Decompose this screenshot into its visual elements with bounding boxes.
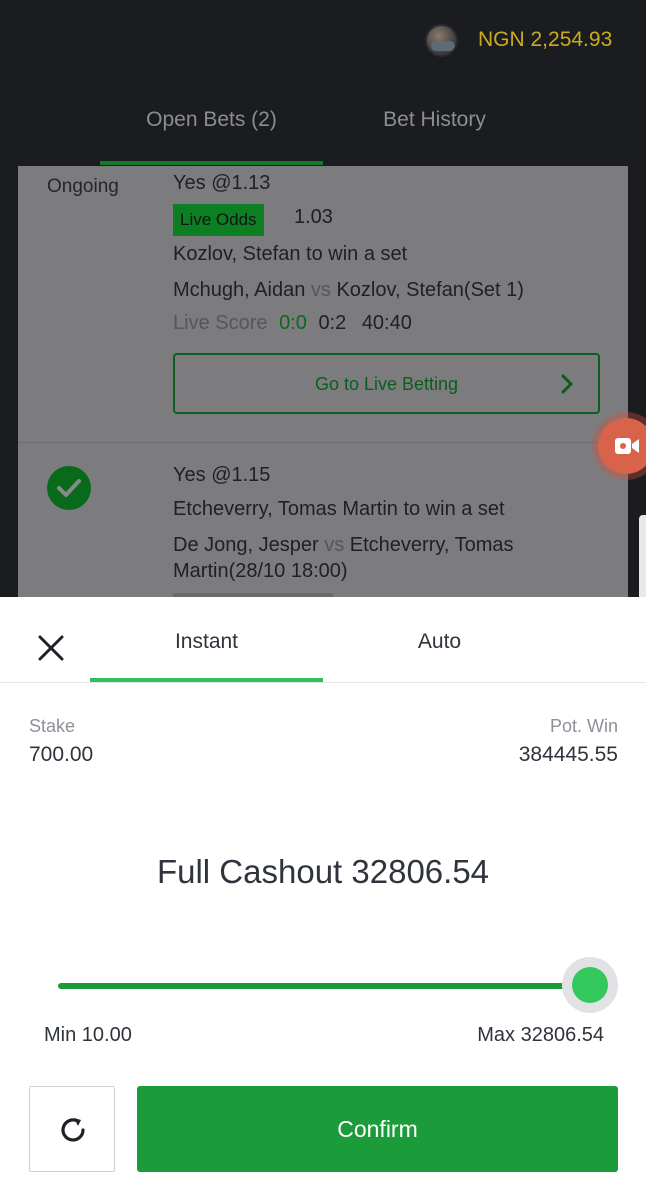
user-avatar[interactable] [425, 24, 458, 57]
confirm-label: Confirm [337, 1116, 418, 1142]
screen-record-button[interactable] [598, 418, 646, 474]
confirm-button[interactable]: Confirm [137, 1086, 618, 1172]
away-player: Kozlov, Stefan(Set 1) [336, 279, 524, 301]
selection-odds: @1.15 [211, 464, 271, 486]
refresh-icon [61, 1118, 85, 1142]
home-player: De Jong, Jesper [173, 534, 319, 556]
selection-name: Yes [173, 172, 206, 194]
slider-max-label: Max 32806.54 [477, 1024, 604, 1046]
pot-win-value: 384445.55 [518, 743, 618, 766]
go-to-live-betting-button[interactable]: Go to Live Betting [173, 353, 600, 414]
tab-bet-history[interactable]: Bet History [323, 108, 546, 132]
bet-divider [18, 442, 628, 443]
refresh-button[interactable] [29, 1086, 115, 1172]
slider-knob [572, 967, 608, 1003]
video-camera-icon [615, 438, 639, 454]
live-score-label: Live Score [173, 312, 268, 334]
selection-name: Yes [173, 464, 206, 486]
tab-open-bets[interactable]: Open Bets (2) [100, 108, 323, 132]
open-bets-list: Ongoing Yes @1.13 Live Odds 1.03 Kozlov,… [18, 166, 628, 598]
full-cashout-amount: Full Cashout 32806.54 [156, 853, 490, 890]
slider-min-label: Min 10.00 [44, 1024, 132, 1046]
app-header: NGN 2,254.93 Open Bets (2) Bet History [0, 0, 646, 166]
bet-market: Kozlov, Stefan to win a set [173, 243, 408, 265]
vs-label: vs [310, 279, 331, 301]
chevron-right-icon [561, 374, 573, 394]
bet-event: Mchugh, Aidan vs Kozlov, Stefan(Set 1) [173, 279, 524, 302]
score-sets: 0:0 [279, 312, 307, 334]
stake-label: Stake [29, 716, 76, 736]
score-points: 40:40 [361, 312, 412, 334]
vs-label: vs [324, 534, 345, 556]
tab-auto[interactable]: Auto [323, 630, 556, 654]
go-to-live-betting-label: Go to Live Betting [314, 374, 459, 394]
stake-value: 700.00 [29, 743, 94, 766]
check-circle-icon [47, 466, 91, 510]
score-games: 0:2 [318, 312, 347, 334]
live-odds-badge: Live Odds [173, 204, 264, 236]
active-tab-indicator [100, 161, 323, 165]
live-odds-value: 1.03 [294, 206, 333, 228]
away-player: Etcheverry, Tomas [349, 534, 514, 556]
account-balance[interactable]: NGN 2,254.93 [478, 28, 612, 52]
bet-status-label: Ongoing [47, 176, 119, 197]
live-score-row: Live Score 0:0 0:2 40:40 [173, 312, 412, 335]
tab-instant[interactable]: Instant [90, 630, 323, 654]
bet-selection: Yes @1.13 [173, 172, 270, 195]
home-player: Mchugh, Aidan [173, 279, 306, 301]
cashout-slider-handle[interactable] [562, 957, 618, 1013]
pot-win-label: Pot. Win [549, 716, 618, 736]
close-icon[interactable] [38, 635, 64, 661]
selection-odds: @1.13 [211, 172, 271, 194]
bet-selection: Yes @1.15 [173, 464, 270, 487]
bet-event: De Jong, Jesper vs Etcheverry, Tomas [173, 534, 514, 557]
bet-market: Etcheverry, Tomas Martin to win a set [173, 498, 505, 520]
cashout-slider-track[interactable] [58, 983, 590, 989]
bet-event-continued: Martin(28/10 18:00) [173, 560, 348, 582]
tab-divider [0, 682, 646, 683]
cashout-slider-fill [58, 983, 590, 989]
cashout-sheet: Instant Auto Stake 700.00 Pot. Win 38444… [0, 597, 646, 1200]
